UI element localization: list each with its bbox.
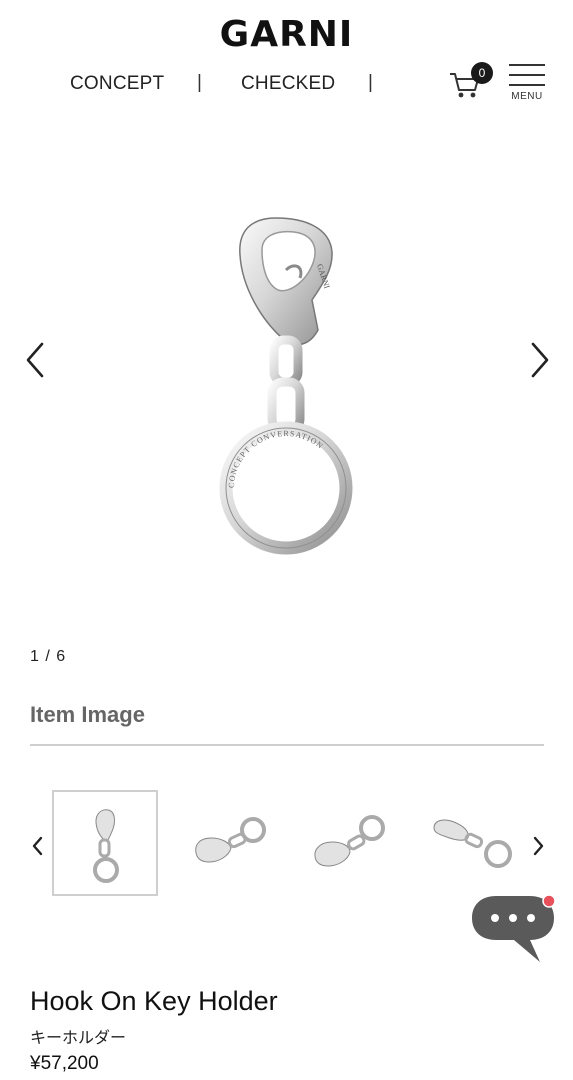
thumbnail-3[interactable] [298,790,404,896]
ring-engraving: CONCEPT CONVERSATION [227,429,324,488]
product-gallery: GARNI CONCEPT CONVERSATION [0,130,573,610]
chat-bubble-icon[interactable] [468,892,560,966]
thumbnail-image [433,819,512,868]
product-subtitle: キーホルダー [30,1028,127,1047]
thumbnail-4[interactable] [420,790,526,896]
gallery-counter: 1 / 6 [30,648,67,665]
menu-button[interactable]: MENU [507,62,547,106]
thumbnail-image [93,809,119,883]
item-image-heading: Item Image [30,702,145,727]
site-header: GARNI CONCEPT | CHECKED | 0 MENU [0,0,573,110]
chevron-left-icon[interactable] [20,340,50,380]
thumbnail-2[interactable] [175,790,281,896]
product-price: ¥57,200 [30,1053,99,1074]
menu-label: MENU [511,91,543,102]
site-logo[interactable]: GARNI [0,14,573,55]
product-name: Hook On Key Holder [30,986,278,1016]
thumbnail-1[interactable] [52,790,158,896]
nav-item-checked[interactable]: CHECKED [241,73,335,95]
chevron-right-icon[interactable] [530,834,546,858]
product-main-image: GARNI CONCEPT CONVERSATION [219,217,353,555]
cart-button[interactable]: 0 [446,62,496,100]
thumbnail-image [314,815,385,867]
nav-separator: | [368,72,373,93]
nav-separator: | [197,72,202,93]
hamburger-icon [509,64,545,66]
chevron-left-icon[interactable] [30,834,46,858]
nav-item-concept[interactable]: CONCEPT [70,73,164,95]
chevron-right-icon[interactable] [525,340,555,380]
cart-count-badge: 0 [471,62,493,84]
section-divider [30,744,544,746]
thumbnail-image [195,817,266,863]
notification-dot [542,894,556,908]
svg-text:CONCEPT CONVERSATION: CONCEPT CONVERSATION [227,429,325,488]
thumbnail-strip [0,790,573,900]
